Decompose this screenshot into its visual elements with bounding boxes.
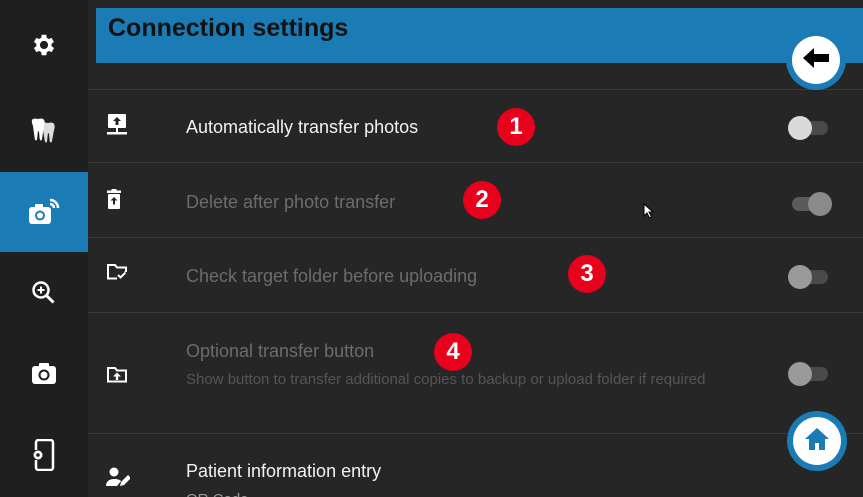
setting-description: QR Code: [186, 489, 776, 497]
toggle-auto-transfer[interactable]: [788, 116, 828, 140]
sidebar-item-settings[interactable]: [0, 5, 88, 85]
sidebar-item-device-settings[interactable]: [0, 415, 88, 495]
setting-row-delete-after[interactable]: Delete after photo transfer 2: [88, 163, 863, 237]
folder-check-icon: [106, 263, 128, 286]
teeth-icon: [29, 117, 59, 143]
toggle-knob: [788, 265, 812, 289]
home-button[interactable]: [787, 411, 847, 471]
home-icon: [804, 427, 830, 456]
step-badge: 2: [463, 181, 501, 219]
back-button-inner: [792, 36, 840, 84]
setting-row-patient-info[interactable]: Patient information entry QR Code: [88, 434, 863, 497]
setting-label: Automatically transfer photos: [186, 117, 419, 137]
toggle-delete-after[interactable]: [792, 192, 832, 216]
step-badge: 4: [434, 333, 472, 371]
main-panel: Connection settings Automatically transf…: [88, 0, 863, 497]
camera-icon: [31, 361, 57, 385]
arrow-left-icon: [801, 46, 831, 75]
setting-row-check-target[interactable]: Check target folder before uploading 3: [88, 238, 863, 312]
header-bar: Connection settings: [96, 8, 863, 63]
sidebar-item-camera[interactable]: [0, 333, 88, 413]
setting-row-optional-transfer[interactable]: Optional transfer button Show button to …: [88, 313, 863, 433]
patient-edit-icon: [106, 466, 131, 493]
toggle-knob: [788, 362, 812, 386]
upload-monitor-icon: [106, 113, 128, 142]
back-button[interactable]: [786, 30, 846, 90]
home-button-inner: [793, 417, 841, 465]
step-badge: 3: [568, 255, 606, 293]
device-settings-icon: [32, 439, 56, 471]
setting-label: Check target folder before uploading: [186, 266, 478, 286]
step-badge: 1: [497, 108, 535, 146]
camera-wireless-icon: [27, 196, 61, 228]
setting-label: Delete after photo transfer: [186, 192, 396, 212]
toggle-knob: [788, 116, 812, 140]
trash-upload-icon: [106, 189, 122, 216]
setting-description: Show button to transfer additional copie…: [186, 371, 706, 388]
folder-upload-icon: [106, 366, 128, 389]
sidebar-item-camera-wifi[interactable]: [0, 172, 88, 252]
zoom-in-icon: [31, 280, 57, 306]
mouse-cursor-icon: [643, 202, 655, 224]
setting-label: Optional transfer button: [186, 341, 375, 361]
sidebar-item-zoom[interactable]: [0, 253, 88, 333]
setting-row-auto-transfer[interactable]: Automatically transfer photos 1: [88, 90, 863, 162]
app-window: Connection settings Automatically transf…: [0, 0, 863, 497]
toggle-optional-transfer[interactable]: [788, 362, 828, 386]
sidebar-item-teeth[interactable]: [0, 90, 88, 170]
sidebar: [0, 0, 88, 497]
toggle-check-target[interactable]: [788, 265, 828, 289]
toggle-knob: [808, 192, 832, 216]
gear-icon: [30, 31, 58, 59]
setting-label: Patient information entry: [186, 461, 382, 481]
page-title: Connection settings: [108, 14, 349, 42]
